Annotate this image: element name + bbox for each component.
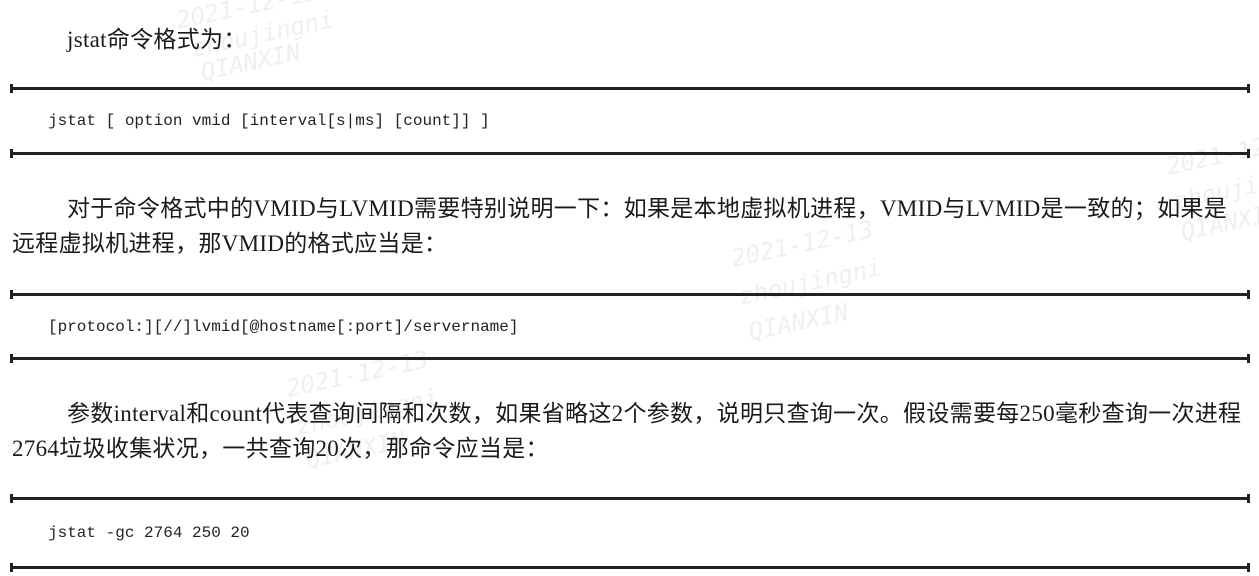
intro-paragraph: jstat命令格式为： <box>67 27 247 52</box>
code-block-jstat-syntax: jstat [ option vmid [interval[s|ms] [cou… <box>48 112 490 130</box>
vmid-paragraph: 对于命令格式中的VMID与LVMID需要特别说明一下：如果是本地虚拟机进程，VM… <box>12 196 1227 256</box>
code-block-bottom-rule <box>10 354 1250 363</box>
code-block-vmid-format: [protocol:][//]lvmid[@hostname[:port]/se… <box>48 318 519 336</box>
code-block-bottom-rule <box>10 563 1250 572</box>
code-block-bottom-rule <box>10 149 1250 158</box>
watermark-org: QIANXIN <box>746 297 851 347</box>
code-block-top-rule <box>10 84 1250 93</box>
code-block-top-rule <box>10 290 1250 299</box>
interval-paragraph: 参数interval和count代表查询间隔和次数，如果省略这2个参数，说明只查… <box>12 401 1242 461</box>
code-block-top-rule <box>10 494 1250 503</box>
code-block-jstat-example: jstat -gc 2764 250 20 <box>48 524 250 542</box>
watermark-user: zhoujingni <box>736 253 884 311</box>
watermark-date: 2021-12-13 <box>283 345 431 403</box>
